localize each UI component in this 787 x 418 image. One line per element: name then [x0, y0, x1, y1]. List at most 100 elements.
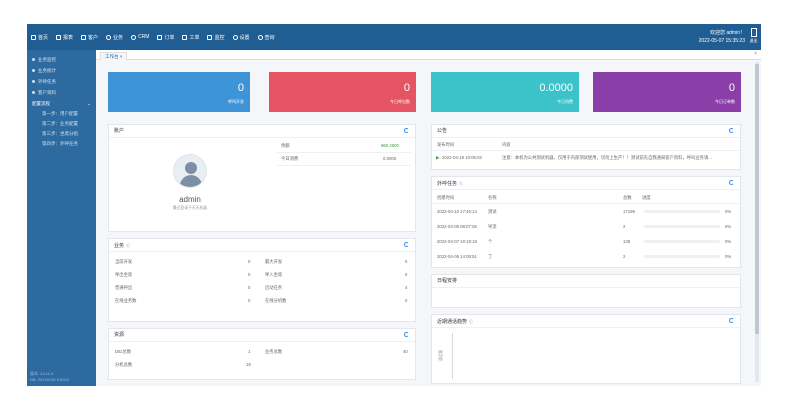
home-icon	[31, 34, 36, 40]
sidebar-group-label: 配置流程	[32, 101, 50, 106]
task-progress: 0%	[725, 254, 732, 259]
refresh-icon[interactable]	[729, 318, 734, 323]
id-card-icon	[81, 34, 87, 40]
app-window: 首页 报表 客户 业务 CRM 订单 工单 监控 设置 查询 欢迎您 admin…	[27, 24, 761, 386]
nav-order[interactable]: 订单	[157, 34, 174, 41]
sidebar-item-customers[interactable]: 客户资料	[27, 87, 96, 98]
nav-home[interactable]: 首页	[31, 34, 48, 41]
cart-icon	[157, 34, 163, 40]
monitor-icon	[32, 58, 35, 61]
stat-label: 启动任务	[265, 285, 283, 290]
stat-label: 在线分机数	[265, 298, 287, 303]
nav-label: 监控	[214, 34, 225, 41]
progress-bar	[644, 240, 720, 243]
monitor-icon	[207, 34, 213, 40]
stat-label: 呼入坐席	[265, 272, 283, 277]
stat-value: 0	[405, 298, 408, 303]
stat-label: 普通呼出	[115, 285, 133, 290]
search-icon	[257, 34, 263, 40]
stat-label: 今日消费	[557, 99, 573, 104]
tasks-panel: 外呼任务 ⓒ 创建时间 名称 总数 进度 2022-04-10 17:46:14 …	[431, 176, 741, 268]
stat-label: 呼叫开发	[228, 99, 244, 104]
notice-content[interactable]: 注意：本机为公共测试机器，仅用于内部测试使用，切勿上生产！！测试前先自我通知客户…	[502, 155, 738, 161]
gear-icon	[106, 34, 112, 40]
stat-value: 19	[246, 362, 251, 367]
nav-search[interactable]: 查询	[257, 34, 275, 41]
logout-icon	[750, 28, 757, 37]
version-info: 版本: 24.11.4 DB: 20190706 8.0022	[30, 371, 69, 383]
sidebar-group-config[interactable]: 配置流程 ⌄	[27, 98, 96, 109]
panel-title: 外呼任务	[437, 181, 458, 187]
stat-label: DID总数	[115, 349, 131, 354]
panel-header: 近期通话趋势 ⓒ	[432, 315, 740, 328]
info-icon: ⓒ	[126, 243, 131, 248]
panel-header: 外呼任务 ⓒ	[432, 177, 740, 190]
sidebar: 业务监控 业务统计 外呼任务 客户资料 配置流程 ⌄ 第一步：用户配置 第二步：业…	[27, 50, 96, 386]
nav-business[interactable]: 业务	[106, 34, 123, 41]
stat-label: 分机总数	[115, 362, 133, 367]
task-progress: 0%	[725, 224, 732, 229]
info-icon: ⓒ	[469, 319, 474, 324]
column-header: 创建时间	[437, 195, 455, 200]
refresh-icon[interactable]	[729, 180, 734, 185]
notice-time: 2022-04-18 10:05:02	[442, 155, 482, 160]
panel-header: 业务 ⓒ	[109, 239, 415, 252]
nav-customer[interactable]: 客户	[81, 34, 98, 41]
scrollbar-thumb[interactable]	[755, 64, 759, 334]
tab-workbench[interactable]: 工作台 ×	[100, 52, 128, 60]
stat-card-consumption: 0.0000 今日消费	[431, 72, 579, 112]
avatar	[173, 154, 207, 188]
consumption-value: 0.0000	[383, 156, 397, 161]
sidebar-item-monitor[interactable]: 业务监控	[27, 54, 96, 65]
stat-value: 0	[405, 272, 408, 277]
panel-title: 日程安排	[437, 278, 458, 284]
task-time: 2022-04-08 08:07:06	[437, 224, 477, 229]
task-total: 2	[623, 224, 626, 229]
stat-label: 当前开发	[115, 259, 133, 264]
refresh-icon[interactable]	[729, 128, 734, 133]
ticket-icon	[182, 34, 188, 40]
notice-panel: 公告 发布时间 内容 ▶ 2022-04-18 10:05:02 注意：本机为公…	[431, 124, 741, 170]
close-all-icon[interactable]: ×	[754, 51, 757, 57]
balance-label: 余额	[281, 143, 290, 148]
scrollbar[interactable]	[755, 62, 759, 382]
nav-ticket[interactable]: 工单	[182, 34, 199, 41]
panel-header: 账户	[109, 125, 415, 138]
settings-icon	[232, 34, 238, 40]
stat-label: 呼出坐席	[115, 272, 133, 277]
stat-label: 业务总数	[265, 349, 283, 354]
tab-bar: 工作台 × ×	[96, 50, 761, 60]
logout-button[interactable]: 退出	[749, 28, 758, 46]
refresh-icon[interactable]	[404, 128, 409, 133]
nav-label: 查询	[264, 34, 275, 41]
sidebar-item-tasks[interactable]: 外呼任务	[27, 76, 96, 87]
sidebar-item-stats[interactable]: 业务统计	[27, 65, 96, 76]
user-icon	[32, 91, 35, 94]
refresh-icon[interactable]	[404, 242, 409, 247]
sidebar-sub-step1[interactable]: 第一步：用户配置	[27, 109, 96, 119]
sidebar-sub-step2[interactable]: 第二步：业务配置	[27, 119, 96, 129]
chart-axis	[452, 333, 453, 379]
task-total: 2	[623, 254, 626, 259]
task-name: 测试	[488, 209, 497, 214]
stat-card-calls: 0 呼叫开发	[108, 72, 250, 112]
column-header: 总数	[623, 195, 632, 200]
stat-label: 今日订单数	[715, 99, 735, 104]
sidebar-sub-step3[interactable]: 第三步：坐席分组	[27, 129, 96, 139]
stat-label: 最大开发	[265, 259, 283, 264]
nav-monitor[interactable]: 监控	[207, 34, 225, 41]
task-name: 导流	[488, 224, 497, 229]
nav-crm[interactable]: CRM	[131, 34, 149, 40]
tab-close-icon[interactable]: ×	[120, 54, 123, 59]
sidebar-sub-step4[interactable]: 第四步：外呼任务	[27, 139, 96, 149]
tab-label: 工作台	[105, 54, 119, 59]
column-header: 内容	[502, 142, 511, 147]
refresh-icon[interactable]	[404, 332, 409, 337]
progress-bar	[644, 210, 720, 213]
user-info: 欢迎您 admin！ 2022-05-07 15:35:23	[699, 29, 745, 45]
column-header: 进度	[642, 195, 651, 200]
stat-value: 0	[237, 82, 244, 94]
nav-report[interactable]: 报表	[56, 34, 73, 41]
nav-settings[interactable]: 设置	[232, 34, 250, 41]
panel-header: 资源	[109, 329, 415, 342]
